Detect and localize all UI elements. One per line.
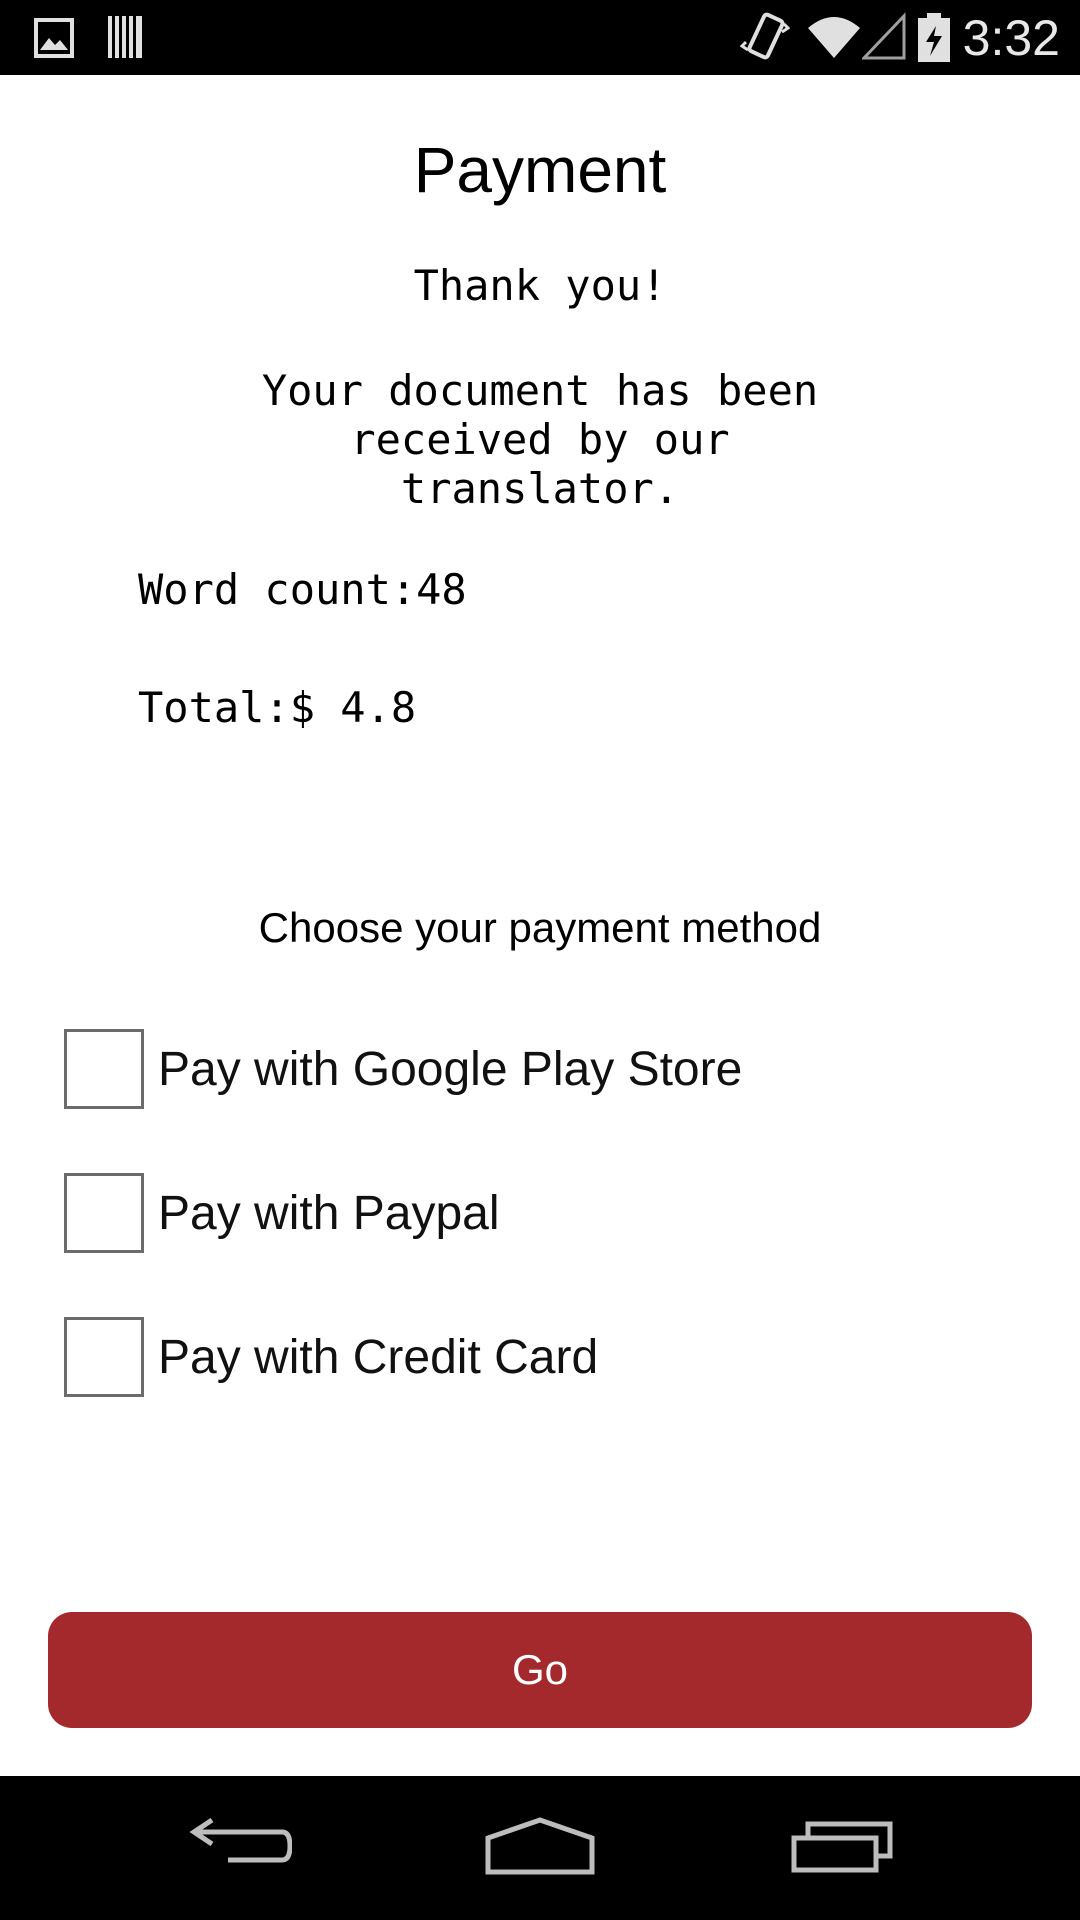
barcode-icon: [106, 14, 146, 65]
vibrate-icon: [739, 12, 791, 69]
paypal-checkbox[interactable]: [64, 1173, 144, 1253]
credit-card-checkbox[interactable]: [64, 1317, 144, 1397]
document-received-message: Your document has been received by our t…: [261, 366, 819, 513]
battery-charging-icon: [916, 12, 952, 69]
back-button[interactable]: [150, 1776, 330, 1920]
thank-you-text: Thank you!: [413, 261, 667, 310]
status-bar: 3:32: [0, 0, 1080, 75]
payment-method-prompt: Choose your payment method: [258, 904, 822, 951]
wifi-icon: [806, 12, 862, 67]
go-button[interactable]: Go: [48, 1612, 1032, 1728]
navigation-bar: [0, 1776, 1080, 1920]
option-google-play-store[interactable]: Pay with Google Play Store: [64, 1027, 742, 1111]
recent-apps-icon: [790, 1818, 894, 1879]
option-label: Pay with Credit Card: [158, 1330, 599, 1384]
home-icon: [484, 1816, 596, 1881]
back-icon: [188, 1817, 293, 1879]
clock: 3:32: [962, 10, 1060, 66]
recent-apps-button[interactable]: [752, 1776, 932, 1920]
page-title: Payment: [413, 134, 667, 206]
option-paypal[interactable]: Pay with Paypal: [64, 1171, 500, 1255]
gallery-icon: [34, 18, 74, 63]
option-credit-card[interactable]: Pay with Credit Card: [64, 1315, 598, 1399]
signal-icon: [860, 12, 906, 67]
total-text: Total:$ 4.8: [138, 683, 417, 732]
google-play-store-checkbox[interactable]: [64, 1029, 144, 1109]
word-count-text: Word count:48: [138, 565, 467, 614]
home-button[interactable]: [450, 1776, 630, 1920]
option-label: Pay with Google Play Store: [158, 1042, 743, 1096]
option-label: Pay with Paypal: [158, 1186, 500, 1240]
